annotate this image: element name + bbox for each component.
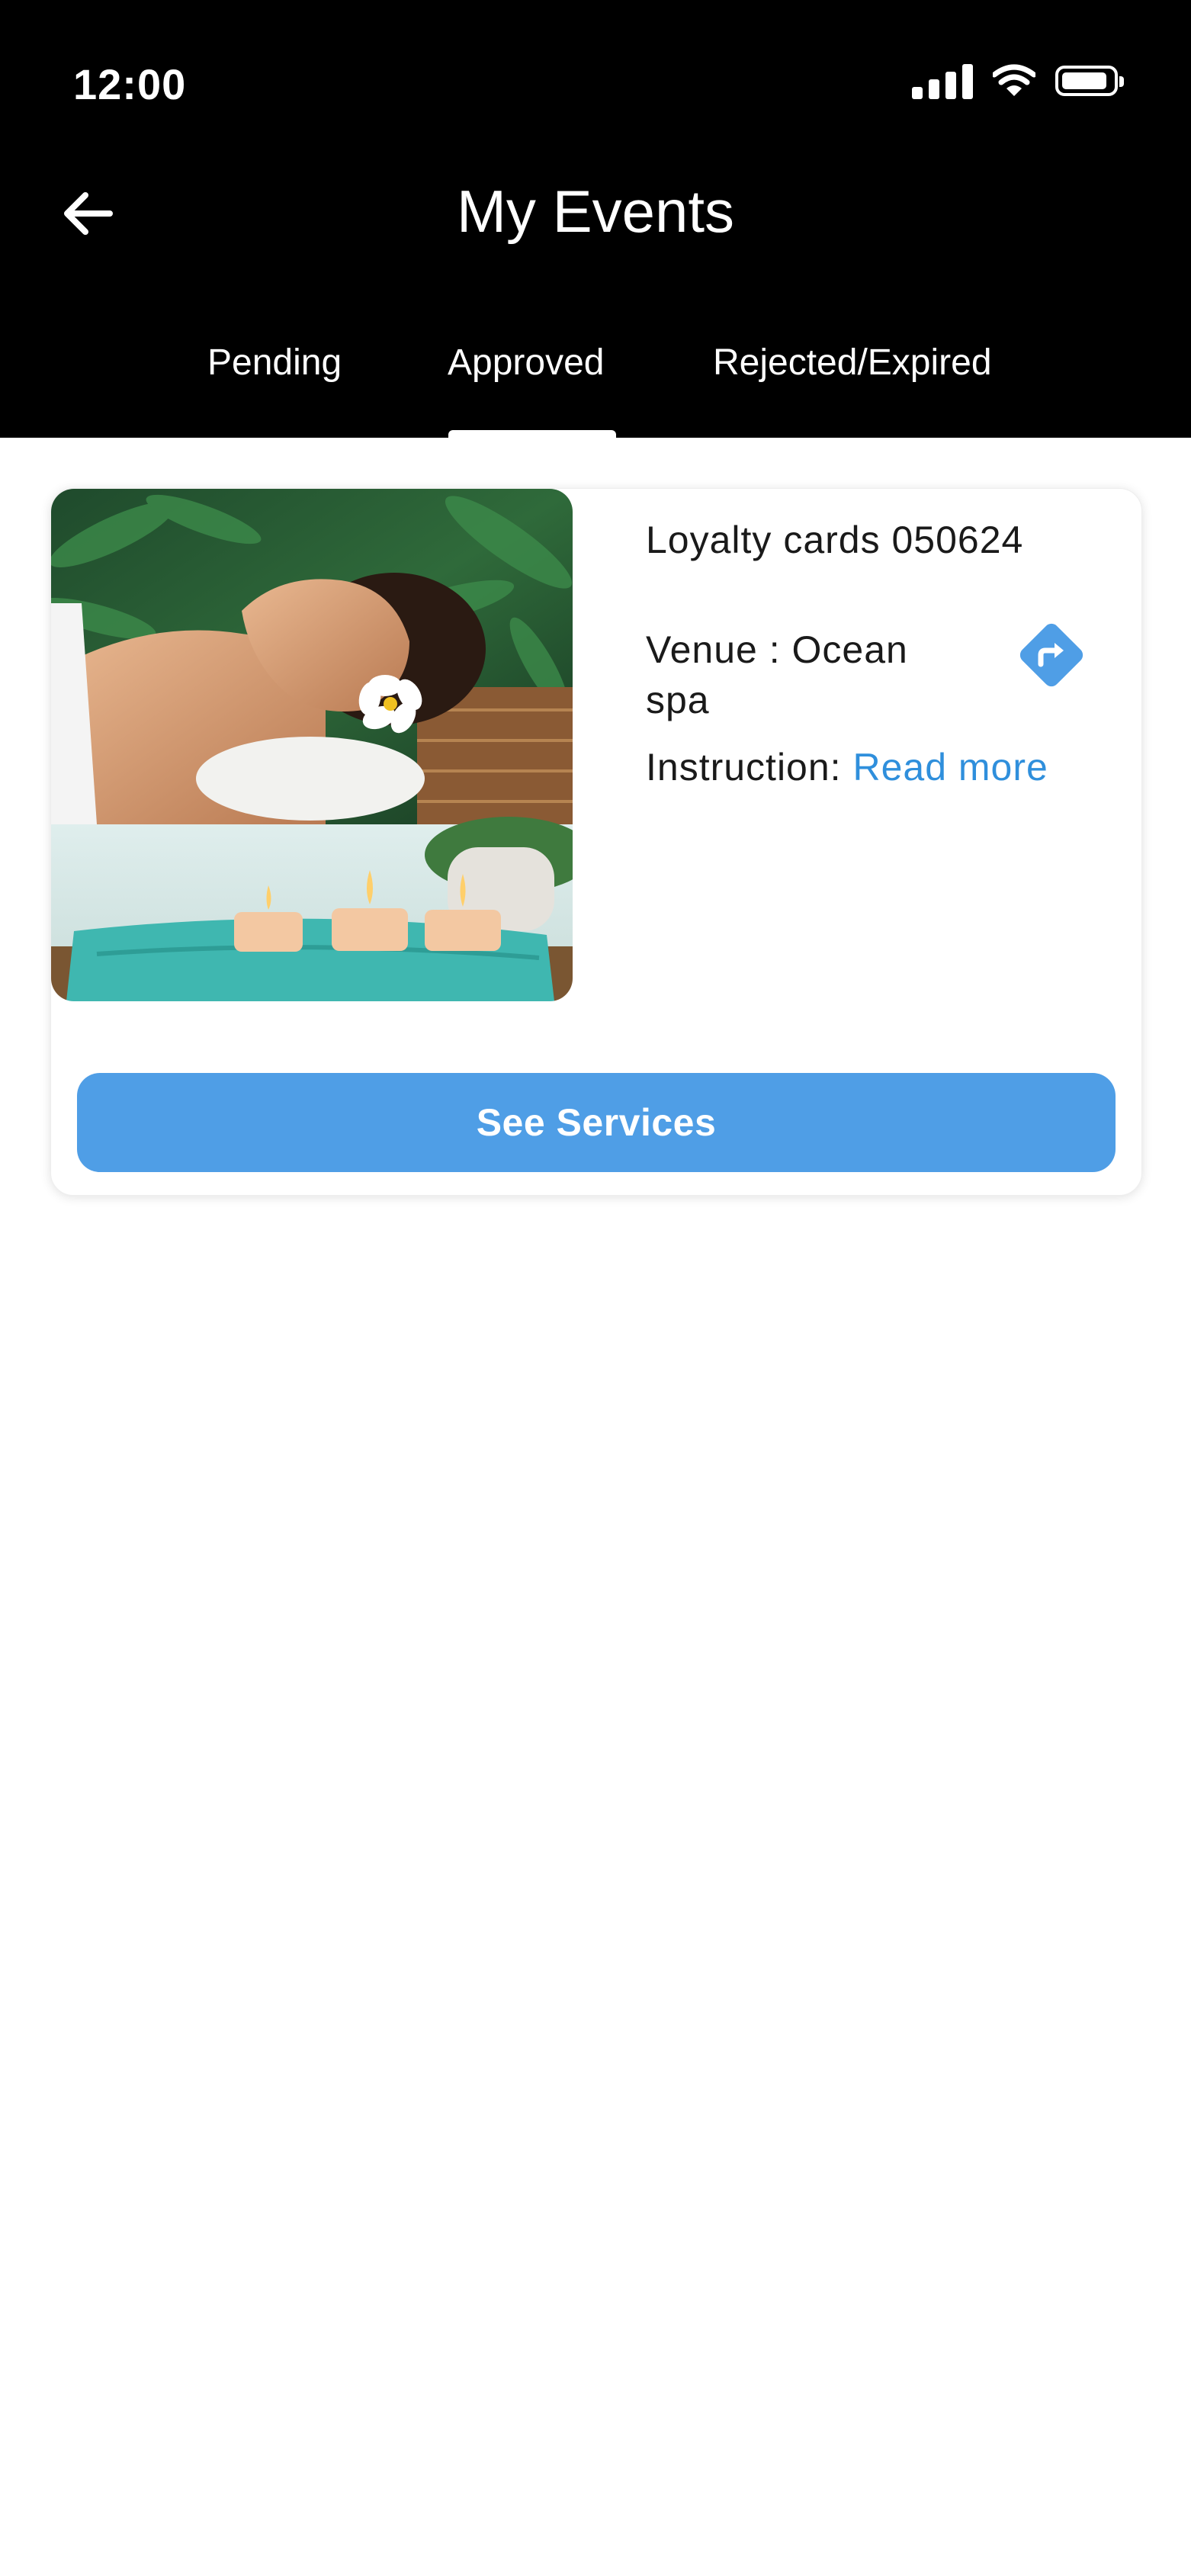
page-title: My Events — [456, 178, 735, 245]
wifi-icon — [993, 64, 1035, 96]
tab-pending[interactable]: Pending — [207, 342, 342, 384]
event-card: Loyalty cards 050624 Venue : Ocean spa I… — [50, 488, 1142, 1196]
directions-icon — [1019, 623, 1083, 687]
tab-approved[interactable]: Approved — [448, 342, 604, 384]
see-services-button[interactable]: See Services — [77, 1073, 1116, 1172]
signal-icon — [912, 63, 973, 99]
active-tab-indicator — [448, 430, 616, 438]
status-time: 12:00 — [73, 60, 187, 108]
status-icons — [912, 61, 1124, 101]
battery-icon — [1055, 66, 1124, 96]
event-title: Loyalty cards 050624 — [646, 519, 1024, 561]
tab-rejected-expired[interactable]: Rejected/Expired — [713, 342, 992, 384]
directions-button[interactable] — [1015, 618, 1088, 692]
event-status-tabs: Pending Approved Rejected/Expired — [0, 336, 1191, 438]
app-header: 12:00 My Events Pending Approved Rejecte… — [0, 0, 1191, 438]
event-instruction: Instruction: Read more — [646, 745, 1048, 789]
event-venue: Venue : Ocean spa — [646, 628, 908, 721]
event-image — [51, 489, 573, 1001]
instruction-label: Instruction: — [646, 746, 842, 789]
read-more-link[interactable]: Read more — [852, 746, 1048, 789]
